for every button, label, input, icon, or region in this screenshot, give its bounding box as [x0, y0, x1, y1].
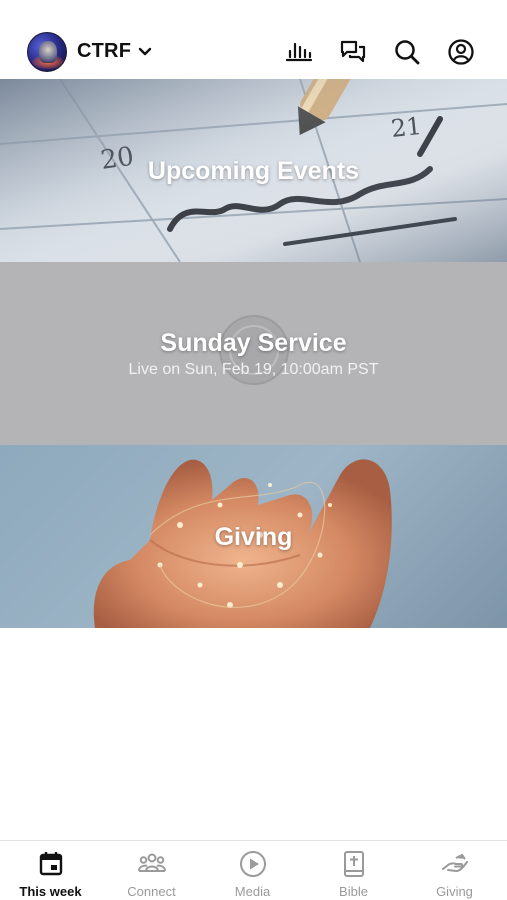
service-time: Live on Sun, Feb 19, 10:00am PST: [128, 361, 379, 378]
card-title: Giving: [214, 523, 293, 551]
card-title: Upcoming Events: [147, 157, 360, 185]
audio-levels-icon[interactable]: [285, 38, 313, 66]
play-icon: [240, 851, 266, 877]
avatar-figure: [39, 41, 57, 63]
tab-this-week[interactable]: This week: [0, 841, 101, 900]
chat-icon[interactable]: [339, 38, 367, 66]
tab-label: Media: [234, 884, 271, 899]
bottom-tab-bar: This week Connect Media Bible Giving: [0, 840, 507, 900]
sunday-service-card[interactable]: Sunday Service Live on Sun, Feb 19, 10:0…: [0, 262, 507, 445]
account-icon[interactable]: [447, 38, 475, 66]
church-name[interactable]: CTRF: [77, 40, 131, 63]
tab-label: Giving: [436, 884, 473, 899]
upcoming-events-card[interactable]: 20 21 Upcoming Events: [0, 79, 507, 262]
tab-connect[interactable]: Connect: [101, 841, 202, 900]
bible-icon: [344, 851, 364, 877]
church-avatar[interactable]: [27, 32, 67, 72]
people-icon: [138, 853, 166, 872]
tab-bible[interactable]: Bible: [303, 841, 404, 900]
tab-label: Bible: [339, 884, 368, 899]
card-title: Sunday Service: [160, 329, 347, 357]
search-icon[interactable]: [393, 38, 421, 66]
tab-label: This week: [19, 884, 82, 899]
tab-media[interactable]: Media: [202, 841, 303, 900]
giving-hand-icon: [442, 854, 468, 873]
calendar-icon: [39, 852, 63, 876]
app-header: CTRF: [0, 0, 507, 80]
giving-card[interactable]: Giving: [0, 445, 507, 628]
tab-giving[interactable]: Giving: [404, 841, 505, 900]
tab-label: Connect: [127, 884, 176, 899]
chevron-down-icon[interactable]: [137, 44, 153, 60]
